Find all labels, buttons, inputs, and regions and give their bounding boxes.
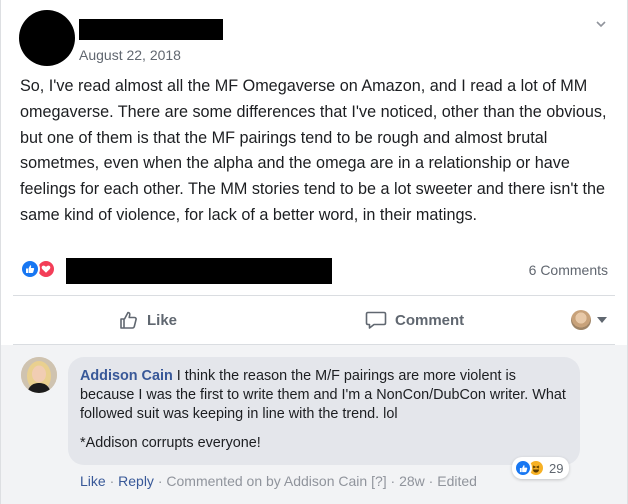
like-icon: [514, 459, 532, 477]
commenter-name[interactable]: Addison Cain: [80, 368, 173, 384]
caret-down-icon: [597, 317, 607, 323]
divider: [13, 295, 615, 296]
comment-icon: [365, 310, 387, 330]
reaction-summary[interactable]: [20, 259, 56, 279]
edited-label[interactable]: Edited: [437, 473, 477, 489]
action-bar: Like Comment: [13, 297, 615, 343]
comment-text-2: *Addison corrupts everyone!: [80, 435, 261, 451]
post-body: So, I've read almost all the MF Omegaver…: [20, 77, 607, 224]
separator: ·: [153, 473, 167, 489]
separator: ·: [424, 473, 438, 489]
post-date[interactable]: August 22, 2018: [79, 47, 181, 63]
comment-button[interactable]: Comment: [365, 297, 464, 343]
comment-meta: Like · Reply · Commented on by Addison C…: [80, 473, 477, 489]
comments-count[interactable]: 6 Comments: [529, 262, 608, 278]
comment-age[interactable]: 28w: [399, 473, 425, 489]
comment-bubble: Addison Cain I think the reason the M/F …: [68, 357, 580, 465]
like-icon: [20, 259, 40, 279]
author-avatar-redacted[interactable]: [19, 10, 75, 66]
separator: ·: [386, 473, 400, 489]
reactors-redacted[interactable]: [66, 258, 332, 284]
comment-reactions[interactable]: 29: [512, 457, 570, 479]
separator: ·: [105, 473, 119, 489]
post-card: August 22, 2018 So, I've read almost all…: [0, 0, 628, 504]
comment-reply-link[interactable]: Reply: [118, 473, 154, 489]
reaction-identity-selector[interactable]: [571, 310, 607, 330]
commented-by[interactable]: Commented on by Addison Cain [?]: [166, 473, 386, 489]
comment-like-link[interactable]: Like: [80, 473, 106, 489]
like-button[interactable]: Like: [119, 297, 177, 343]
author-name-redacted[interactable]: [79, 19, 223, 40]
comment-reaction-count: 29: [549, 460, 564, 476]
comment-label: Comment: [395, 311, 465, 329]
viewer-avatar: [571, 310, 591, 330]
commenter-avatar[interactable]: [21, 357, 57, 393]
comments-section: Addison Cain I think the reason the M/F …: [1, 345, 627, 504]
chevron-down-icon[interactable]: [595, 18, 607, 30]
like-label: Like: [147, 311, 178, 329]
thumbs-up-icon: [119, 310, 139, 330]
